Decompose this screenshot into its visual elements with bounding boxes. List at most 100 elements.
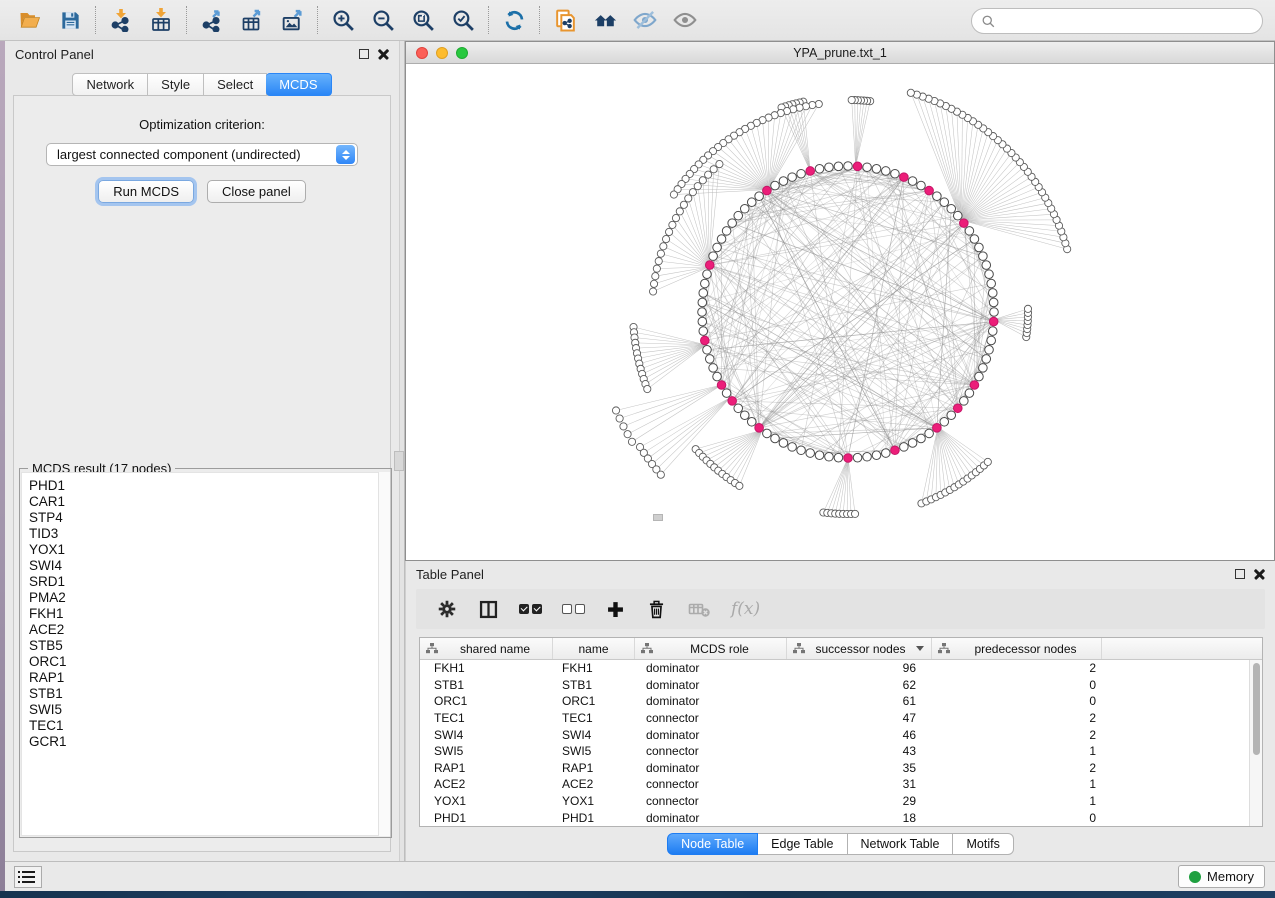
network-canvas-svg[interactable] bbox=[406, 64, 1274, 560]
table-cell: 47 bbox=[787, 711, 932, 725]
mcds-result-item[interactable]: SWI4 bbox=[29, 558, 389, 574]
save-session-icon[interactable] bbox=[50, 4, 90, 36]
table-scrollbar[interactable] bbox=[1249, 660, 1262, 826]
table-cell: PHD1 bbox=[553, 811, 635, 825]
select-all-icon[interactable] bbox=[519, 595, 542, 623]
table-row[interactable]: ORC1ORC1dominator610 bbox=[420, 693, 1249, 710]
table-row[interactable]: ACE2ACE2connector311 bbox=[420, 776, 1249, 793]
status-bar: Memory bbox=[5, 861, 1275, 891]
zoom-selected-icon[interactable] bbox=[443, 4, 483, 36]
tab-mcds[interactable]: MCDS bbox=[266, 73, 331, 96]
mcds-result-item[interactable]: TEC1 bbox=[29, 718, 389, 734]
criterion-select[interactable]: largest connected component (undirected) bbox=[46, 143, 358, 166]
table-row[interactable]: SWI5SWI5connector431 bbox=[420, 743, 1249, 760]
shared-column-icon bbox=[641, 643, 653, 654]
add-column-icon[interactable] bbox=[605, 595, 626, 623]
float-panel-icon[interactable] bbox=[359, 49, 369, 59]
close-table-panel-icon[interactable] bbox=[1254, 569, 1265, 580]
table-row[interactable]: RAP1RAP1dominator352 bbox=[420, 760, 1249, 777]
mcds-result-item[interactable]: ORC1 bbox=[29, 654, 389, 670]
table-cell: 31 bbox=[787, 777, 932, 791]
mcds-result-item[interactable]: GCR1 bbox=[29, 734, 389, 750]
table-panel-header: Table Panel bbox=[406, 561, 1275, 587]
close-panel-icon[interactable] bbox=[378, 49, 389, 60]
delete-column-icon[interactable] bbox=[646, 595, 667, 623]
memory-button[interactable]: Memory bbox=[1178, 865, 1265, 888]
column-header-shared-name[interactable]: shared name bbox=[420, 638, 553, 659]
close-panel-button[interactable]: Close panel bbox=[207, 180, 306, 203]
search-field[interactable] bbox=[971, 8, 1263, 34]
network-window-titlebar[interactable]: YPA_prune.txt_1 bbox=[406, 42, 1274, 64]
table-row[interactable]: SWI4SWI4dominator462 bbox=[420, 726, 1249, 743]
search-input[interactable] bbox=[996, 11, 1262, 31]
table-settings-gear-icon[interactable] bbox=[436, 595, 458, 623]
window-close-button[interactable] bbox=[416, 47, 428, 59]
table-row[interactable]: PHD1PHD1dominator180 bbox=[420, 809, 1249, 826]
window-maximize-button[interactable] bbox=[456, 47, 468, 59]
mcds-result-item[interactable]: YOX1 bbox=[29, 542, 389, 558]
column-view-icon[interactable] bbox=[478, 595, 499, 623]
mcds-result-item[interactable]: PMA2 bbox=[29, 590, 389, 606]
table-cell: STB1 bbox=[553, 678, 635, 692]
table-row[interactable]: TEC1TEC1connector472 bbox=[420, 710, 1249, 727]
window-minimize-button[interactable] bbox=[436, 47, 448, 59]
float-table-panel-icon[interactable] bbox=[1235, 569, 1245, 579]
mcds-result-list[interactable]: PHD1CAR1STP4TID3YOX1SWI4SRD1PMA2FKH1ACE2… bbox=[21, 472, 390, 836]
tab-node-table[interactable]: Node Table bbox=[667, 833, 758, 855]
import-table-icon[interactable] bbox=[141, 4, 181, 36]
mcds-result-item[interactable]: SRD1 bbox=[29, 574, 389, 590]
tab-style[interactable]: Style bbox=[148, 73, 204, 96]
mcds-result-item[interactable]: STB1 bbox=[29, 686, 389, 702]
hide-selected-icon[interactable] bbox=[625, 4, 665, 36]
show-all-icon[interactable] bbox=[665, 4, 705, 36]
tab-motifs[interactable]: Motifs bbox=[953, 833, 1013, 855]
table-cell: YOX1 bbox=[553, 794, 635, 808]
table-row[interactable]: STB1STB1dominator620 bbox=[420, 677, 1249, 694]
import-network-icon[interactable] bbox=[101, 4, 141, 36]
mcds-result-scrollbar[interactable] bbox=[378, 472, 390, 836]
clone-network-icon[interactable] bbox=[545, 4, 585, 36]
mcds-result-item[interactable]: FKH1 bbox=[29, 606, 389, 622]
column-header-filler bbox=[1102, 638, 1262, 659]
first-neighbors-icon[interactable] bbox=[585, 4, 625, 36]
table-scrollbar-thumb[interactable] bbox=[1253, 663, 1260, 755]
tab-edge-table[interactable]: Edge Table bbox=[758, 833, 847, 855]
mcds-result-item[interactable]: CAR1 bbox=[29, 494, 389, 510]
mcds-result-item[interactable]: SWI5 bbox=[29, 702, 389, 718]
column-header-successor-nodes[interactable]: successor nodes bbox=[787, 638, 932, 659]
refresh-layout-icon[interactable] bbox=[494, 4, 534, 36]
export-network-icon[interactable] bbox=[192, 4, 232, 36]
column-header-mcds-role[interactable]: MCDS role bbox=[635, 638, 787, 659]
column-header-predecessor-nodes[interactable]: predecessor nodes bbox=[932, 638, 1102, 659]
zoom-fit-icon[interactable] bbox=[403, 4, 443, 36]
mcds-result-group: MCDS result (17 nodes) PHD1CAR1STP4TID3Y… bbox=[19, 468, 392, 838]
zoom-out-icon[interactable] bbox=[363, 4, 403, 36]
export-table-icon[interactable] bbox=[232, 4, 272, 36]
splitter-grip[interactable] bbox=[394, 451, 404, 471]
table-cell: connector bbox=[635, 711, 787, 725]
tab-network[interactable]: Network bbox=[72, 73, 148, 96]
table-row[interactable]: FKH1FKH1dominator962 bbox=[420, 660, 1249, 677]
mcds-result-item[interactable]: ACE2 bbox=[29, 622, 389, 638]
delete-table-icon-disabled bbox=[687, 595, 711, 623]
node-table-body[interactable]: FKH1FKH1dominator962STB1STB1dominator620… bbox=[420, 660, 1249, 826]
open-file-icon[interactable] bbox=[10, 4, 50, 36]
task-history-button[interactable] bbox=[14, 866, 42, 888]
run-mcds-button[interactable]: Run MCDS bbox=[98, 180, 194, 203]
column-header-name[interactable]: name bbox=[553, 638, 635, 659]
toolbar-separator bbox=[539, 6, 540, 34]
mcds-result-item[interactable]: PHD1 bbox=[29, 478, 389, 494]
mcds-result-item[interactable]: STP4 bbox=[29, 510, 389, 526]
mcds-result-item[interactable]: RAP1 bbox=[29, 670, 389, 686]
horizontal-splitter-grip[interactable] bbox=[653, 514, 663, 521]
mcds-result-item[interactable]: TID3 bbox=[29, 526, 389, 542]
table-cell: YOX1 bbox=[420, 794, 553, 808]
tab-select[interactable]: Select bbox=[204, 73, 267, 96]
tab-network-table[interactable]: Network Table bbox=[848, 833, 954, 855]
deselect-all-icon[interactable] bbox=[562, 595, 585, 623]
mcds-result-item[interactable]: STB5 bbox=[29, 638, 389, 654]
export-image-icon[interactable] bbox=[272, 4, 312, 36]
zoom-in-icon[interactable] bbox=[323, 4, 363, 36]
mcds-tab-content: Optimization criterion: largest connecte… bbox=[13, 95, 391, 852]
table-row[interactable]: YOX1YOX1connector291 bbox=[420, 793, 1249, 810]
